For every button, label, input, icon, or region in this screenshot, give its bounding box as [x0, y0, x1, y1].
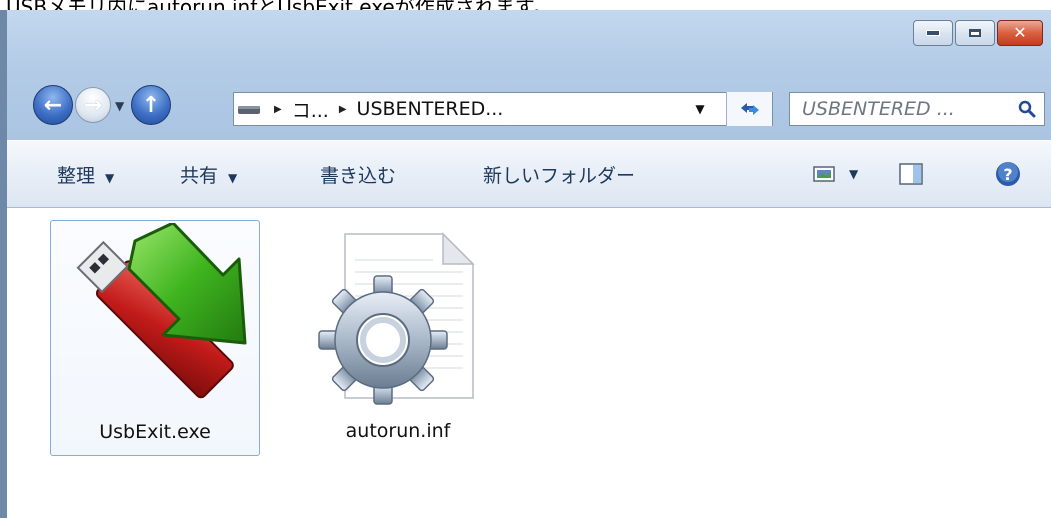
command-bar: 整理 ▼ 共有 ▼ 書き込む 新しいフォルダー ▼ ?	[7, 140, 1051, 208]
organize-menu[interactable]: 整理 ▼	[57, 161, 114, 188]
back-button[interactable]: ←	[33, 85, 73, 125]
maximize-button[interactable]	[955, 20, 995, 46]
burn-button[interactable]: 書き込む	[320, 161, 396, 188]
organize-label: 整理	[57, 165, 96, 187]
file-item-autorun[interactable]: autorun.inf	[313, 220, 483, 456]
address-bar[interactable]: ▶ コ... ▶ USBENTERED... ▼	[233, 92, 773, 126]
view-options-button[interactable]: ▼	[813, 159, 858, 189]
burn-label: 書き込む	[320, 165, 397, 187]
new-folder-label: 新しいフォルダー	[483, 165, 636, 187]
chevron-down-icon: ▼	[849, 167, 859, 181]
settings-file-icon	[318, 232, 475, 405]
file-item-usbexit[interactable]: UsbExit.exe	[50, 220, 260, 456]
chevron-down-icon: ▼	[105, 171, 115, 185]
up-button[interactable]: ↑	[131, 85, 171, 125]
new-folder-button[interactable]: 新しいフォルダー	[483, 161, 635, 188]
preview-pane-icon	[899, 163, 923, 185]
view-icon	[813, 166, 835, 182]
maximize-icon	[969, 29, 981, 37]
search-input[interactable]: USBENTERED ...	[790, 98, 1010, 120]
file-list: UsbExit.exe autorun.inf	[7, 208, 1051, 518]
window-frame: ✕ ← → ▼ ↑ ▶ コ... ▶ USBENTERED... ▼ USBEN…	[7, 10, 1051, 140]
search-icon[interactable]	[1010, 100, 1044, 118]
forward-button[interactable]: →	[75, 87, 111, 123]
navigation-buttons: ← → ▼ ↑	[27, 83, 227, 127]
refresh-button[interactable]	[726, 92, 772, 126]
up-arrow-icon: ↑	[141, 92, 161, 118]
breadcrumb-separator-icon[interactable]: ▶	[274, 104, 282, 115]
chevron-down-icon: ▼	[228, 171, 238, 185]
minimize-icon	[926, 30, 940, 36]
drive-icon	[234, 92, 264, 126]
close-button[interactable]: ✕	[997, 20, 1043, 46]
share-menu[interactable]: 共有 ▼	[180, 161, 237, 188]
back-arrow-icon: ←	[43, 92, 63, 118]
file-name: autorun.inf	[345, 420, 451, 442]
share-label: 共有	[180, 165, 219, 187]
explorer-window: ✕ ← → ▼ ↑ ▶ コ... ▶ USBENTERED... ▼ USBEN…	[0, 10, 1051, 518]
usb-exit-icon	[76, 223, 247, 399]
caption-buttons: ✕	[913, 20, 1043, 46]
refresh-icon	[740, 103, 759, 115]
help-icon: ?	[996, 162, 1020, 186]
breadcrumb-computer[interactable]: コ...	[292, 96, 329, 123]
search-box[interactable]: USBENTERED ...	[789, 92, 1045, 126]
breadcrumb-separator-icon[interactable]: ▶	[339, 104, 347, 115]
file-name: UsbExit.exe	[99, 421, 211, 443]
forward-arrow-icon: →	[83, 92, 103, 118]
history-dropdown-icon[interactable]: ▼	[115, 99, 124, 113]
help-button[interactable]: ?	[995, 159, 1021, 189]
preview-pane-button[interactable]	[899, 159, 923, 189]
close-icon: ✕	[1013, 23, 1027, 42]
breadcrumb-current-folder[interactable]: USBENTERED...	[357, 98, 504, 120]
address-dropdown-icon[interactable]: ▼	[690, 93, 710, 125]
svg-text:?: ?	[1003, 165, 1012, 184]
minimize-button[interactable]	[913, 20, 953, 46]
